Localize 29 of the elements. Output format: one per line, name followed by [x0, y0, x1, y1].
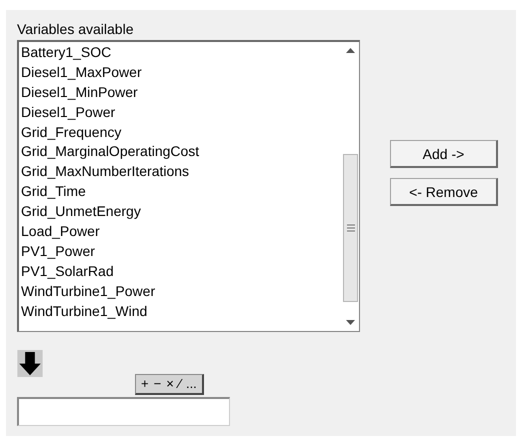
down-arrow-icon[interactable]	[17, 350, 43, 378]
list-item[interactable]: PV1_SolarRad	[20, 262, 342, 282]
input-field[interactable]	[17, 396, 230, 426]
operator-button[interactable]: ⁄	[178, 376, 182, 392]
operator-button[interactable]: −	[152, 376, 162, 392]
list-item[interactable]: PV1_Power	[20, 242, 342, 262]
add-button[interactable]: Add ->	[390, 140, 498, 168]
variables-list[interactable]	[17, 40, 360, 332]
list-item[interactable]: Grid_Time	[20, 182, 342, 202]
list-item[interactable]: WindTurbine1_Wind	[20, 302, 342, 322]
operator-button[interactable]: ...	[184, 376, 198, 392]
list-item[interactable]: WindTurbine1_Power	[20, 282, 342, 302]
grip-icon	[346, 224, 354, 232]
list-item[interactable]: Grid_Frequency	[20, 122, 342, 142]
operator-button[interactable]: +	[140, 376, 150, 392]
operator-button[interactable]: ×	[165, 376, 175, 392]
section-label: Variables available	[17, 20, 134, 38]
list-item[interactable]: Grid_MaxNumberIterations	[20, 162, 342, 182]
list-item[interactable]: Grid_UnmetEnergy	[20, 202, 342, 222]
remove-button[interactable]: <- Remove	[390, 178, 498, 206]
list-item[interactable]: Battery1_SOC	[20, 43, 342, 63]
list-item[interactable]: Grid_MarginalOperatingCost	[20, 142, 342, 162]
list-item[interactable]: Diesel1_MinPower	[20, 82, 342, 103]
list-item[interactable]: Diesel1_Power	[20, 102, 342, 123]
list-item[interactable]: Load_Power	[20, 222, 342, 242]
scroll-up-icon[interactable]	[346, 48, 355, 53]
scroll-down-icon[interactable]	[346, 320, 355, 325]
list-item[interactable]: Diesel1_MaxPower	[20, 62, 342, 83]
scrollbar-thumb[interactable]	[343, 154, 358, 302]
